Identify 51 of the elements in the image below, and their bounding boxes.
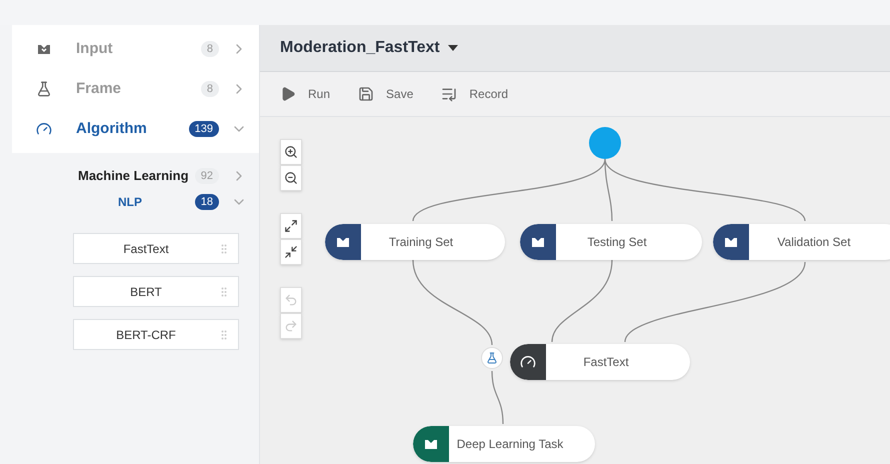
node-label: Testing Set bbox=[586, 234, 648, 251]
model-label: BERT bbox=[129, 284, 163, 300]
zoom-out-button[interactable] bbox=[280, 165, 302, 191]
flask-icon bbox=[486, 352, 498, 364]
count-badge: 92 bbox=[194, 168, 219, 184]
node-label: Deep Learning Task bbox=[456, 436, 564, 453]
workflow-node[interactable]: Training Set bbox=[325, 224, 505, 260]
workflow-title: Moderation_FastText bbox=[280, 38, 440, 58]
workflow-node[interactable]: Testing Set bbox=[520, 224, 702, 260]
category-label: Frame bbox=[76, 78, 122, 99]
list-icon bbox=[441, 86, 458, 102]
model-card[interactable]: BERT bbox=[73, 276, 239, 307]
zoom-out-icon bbox=[284, 171, 298, 185]
expand-icon bbox=[284, 219, 298, 233]
redo-icon bbox=[284, 319, 298, 333]
gauge-icon bbox=[520, 354, 536, 370]
count-badge: 139 bbox=[188, 121, 219, 137]
workflow-node[interactable]: Deep Learning Task bbox=[413, 426, 595, 462]
workflow-node[interactable]: FastText bbox=[510, 344, 690, 380]
category-item[interactable]: Algorithm 139 bbox=[36, 109, 247, 149]
merge-port[interactable] bbox=[481, 347, 503, 369]
count-badge: 18 bbox=[194, 194, 219, 210]
subcategory-item[interactable]: Machine Learning bbox=[78, 166, 195, 186]
workflow-node[interactable]: Validation Set bbox=[713, 224, 890, 260]
expand-button[interactable] bbox=[280, 213, 302, 239]
shrink-button[interactable] bbox=[280, 239, 302, 265]
model-card[interactable]: FastText bbox=[73, 233, 239, 264]
play-icon bbox=[280, 86, 296, 102]
undo-icon bbox=[284, 293, 298, 307]
count-badge: 8 bbox=[200, 81, 219, 97]
model-label: BERT-CRF bbox=[115, 326, 177, 344]
node-label: Validation Set bbox=[776, 234, 852, 251]
zoom-in-button[interactable] bbox=[280, 139, 302, 165]
zoom-in-icon bbox=[284, 145, 298, 159]
model-label: FastText bbox=[122, 240, 170, 258]
count-badge: 8 bbox=[200, 41, 219, 57]
category-label: Input bbox=[76, 38, 114, 59]
toolbar-button[interactable]: Record bbox=[441, 85, 508, 103]
category-label: Algorithm bbox=[76, 118, 148, 139]
save-icon bbox=[358, 86, 374, 102]
subcategory-item[interactable]: NLP bbox=[118, 193, 195, 211]
toolbar-button[interactable]: Save bbox=[358, 85, 414, 103]
shrink-icon bbox=[284, 245, 298, 259]
flask-icon bbox=[36, 81, 52, 97]
toolbar-button[interactable]: Run bbox=[280, 85, 330, 103]
model-card[interactable]: BERT-CRF bbox=[73, 319, 239, 350]
node-label: Training Set bbox=[388, 234, 454, 251]
caret-icon[interactable] bbox=[448, 45, 458, 51]
gauge-icon bbox=[36, 121, 52, 137]
start-node[interactable] bbox=[589, 127, 621, 159]
node-label: FastText bbox=[582, 354, 630, 371]
